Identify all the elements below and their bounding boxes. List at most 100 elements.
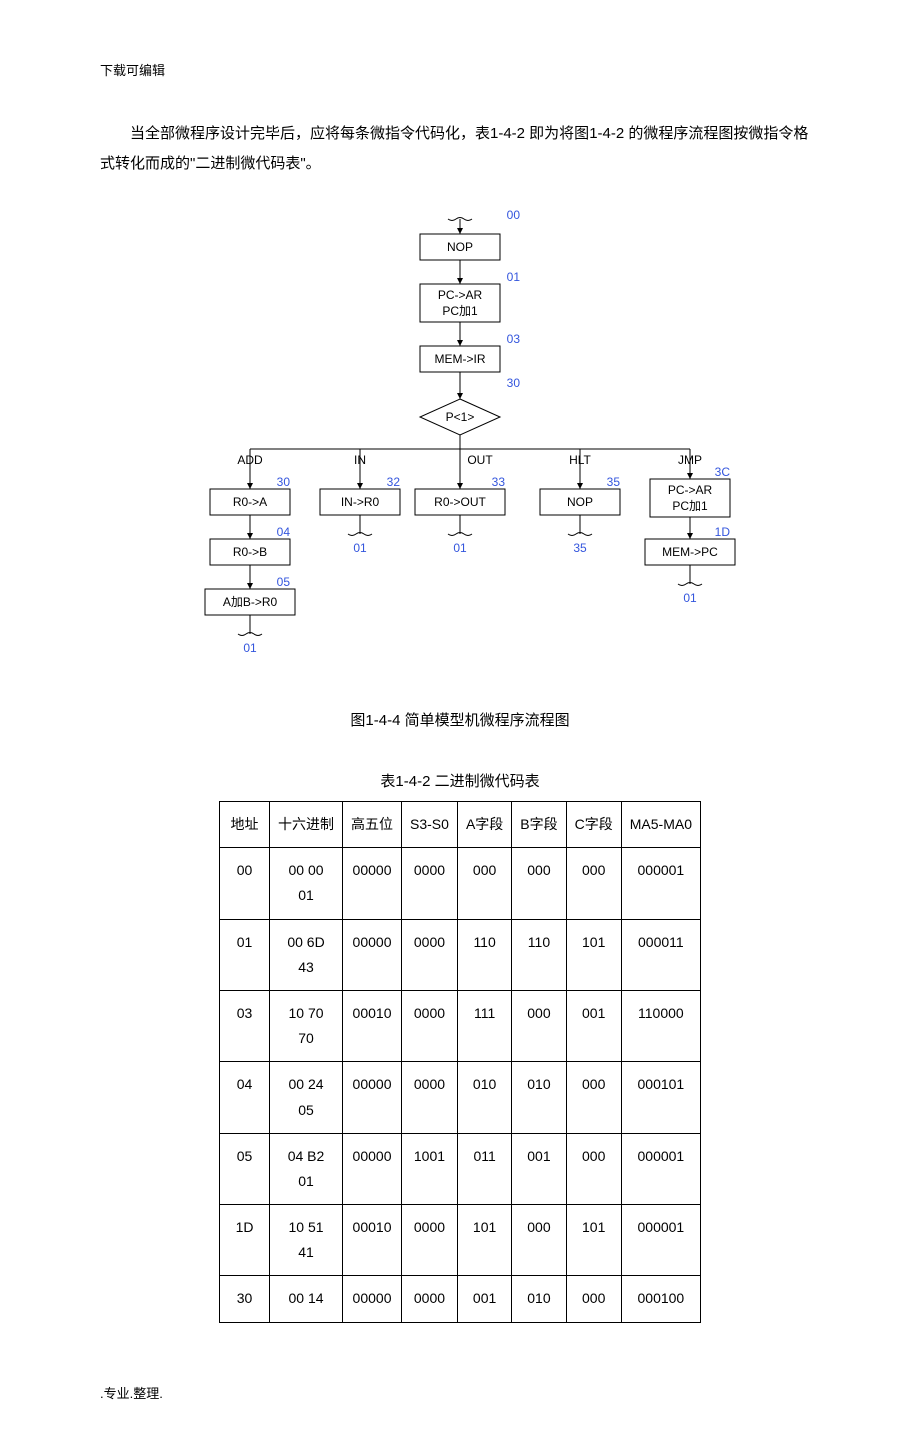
addr-32: 32 — [387, 475, 401, 489]
table-cell: 101 — [566, 1205, 621, 1276]
th-hex: 十六进制 — [270, 802, 343, 848]
table-cell: 00000 — [343, 1062, 402, 1133]
table-cell: 00010 — [343, 1205, 402, 1276]
table-cell: 000101 — [621, 1062, 700, 1133]
table-cell: 001 — [566, 990, 621, 1061]
flowchart-svg: 00 NOP 01 PC->AR PC加1 03 MEM->IR 30 P<1>… — [150, 209, 770, 699]
table-cell: 110 — [457, 919, 511, 990]
table-cell: 00000 — [343, 1276, 402, 1322]
table-cell: 1D — [220, 1205, 270, 1276]
microcode-table: 地址 十六进制 高五位 S3-S0 A字段 B字段 C字段 MA5-MA0 00… — [219, 801, 701, 1323]
th-c: C字段 — [566, 802, 621, 848]
th-high5: 高五位 — [343, 802, 402, 848]
node-pcar1-l1: PC->AR — [438, 288, 483, 302]
th-s3s0: S3-S0 — [402, 802, 458, 848]
table-cell: 0000 — [402, 990, 458, 1061]
table-cell: 000 — [512, 1205, 566, 1276]
table-cell: 0000 — [402, 848, 458, 919]
next-01-jmp: 01 — [683, 591, 697, 605]
footer-note: .专业.整理. — [100, 1383, 820, 1402]
table-caption: 表1-4-2 二进制微代码表 — [100, 770, 820, 791]
table-cell: 01 — [220, 919, 270, 990]
table-cell: 00010 — [343, 990, 402, 1061]
table-cell: 000 — [566, 1276, 621, 1322]
node-pcar2-l1: PC->AR — [668, 483, 713, 497]
next-01-in: 01 — [353, 541, 367, 555]
table-cell: 111 — [457, 990, 511, 1061]
table-cell: 00000 — [343, 1133, 402, 1204]
table-cell: 000 — [566, 1133, 621, 1204]
table-row: 0400 2405000000000010010000000101 — [220, 1062, 701, 1133]
table-cell: 001 — [457, 1276, 511, 1322]
node-memir: MEM->IR — [435, 352, 486, 366]
table-cell: 0000 — [402, 1205, 458, 1276]
node-r0b: R0->B — [233, 545, 267, 559]
node-abr0: A加B->R0 — [223, 595, 278, 609]
table-cell: 011 — [457, 1133, 511, 1204]
table-cell: 000001 — [621, 1205, 700, 1276]
table-cell: 03 — [220, 990, 270, 1061]
next-01-add: 01 — [243, 641, 257, 655]
table-header-row: 地址 十六进制 高五位 S3-S0 A字段 B字段 C字段 MA5-MA0 — [220, 802, 701, 848]
table-cell: 000100 — [621, 1276, 700, 1322]
addr-30dec: 30 — [507, 376, 521, 390]
flowchart-container: 00 NOP 01 PC->AR PC加1 03 MEM->IR 30 P<1>… — [100, 209, 820, 699]
table-row: 0310 7070000100000111000001110000 — [220, 990, 701, 1061]
table-cell: 0000 — [402, 919, 458, 990]
table-cell: 00 0001 — [270, 848, 343, 919]
body-text: 当全部微程序设计完毕后，应将每条微指令代码化，表1-4-2 即为将图1-4-2 … — [100, 119, 820, 179]
header-note: 下载可编辑 — [100, 60, 820, 79]
table-cell: 110000 — [621, 990, 700, 1061]
table-cell: 10 5141 — [270, 1205, 343, 1276]
table-cell: 0000 — [402, 1276, 458, 1322]
next-01-out: 01 — [453, 541, 467, 555]
table-cell: 000 — [457, 848, 511, 919]
table-cell: 04 B201 — [270, 1133, 343, 1204]
table-cell: 00 2405 — [270, 1062, 343, 1133]
addr-35: 35 — [607, 475, 621, 489]
table-cell: 00 14 — [270, 1276, 343, 1322]
table-cell: 000001 — [621, 848, 700, 919]
table-cell: 00 6D43 — [270, 919, 343, 990]
table-cell: 000001 — [621, 1133, 700, 1204]
addr-1d: 1D — [715, 525, 731, 539]
table-cell: 000 — [566, 1062, 621, 1133]
next-35-hlt: 35 — [573, 541, 587, 555]
th-addr: 地址 — [220, 802, 270, 848]
table-cell: 000 — [566, 848, 621, 919]
table-row: 3000 14000000000001010000000100 — [220, 1276, 701, 1322]
table-cell: 00 — [220, 848, 270, 919]
th-a: A字段 — [457, 802, 511, 848]
addr-3c: 3C — [715, 465, 731, 479]
head-out: OUT — [467, 453, 493, 467]
table-cell: 010 — [512, 1062, 566, 1133]
table-cell: 110 — [512, 919, 566, 990]
table-row: 0100 6D43000000000110110101000011 — [220, 919, 701, 990]
table-cell: 05 — [220, 1133, 270, 1204]
table-cell: 010 — [512, 1276, 566, 1322]
node-nop: NOP — [447, 240, 473, 254]
table-cell: 0000 — [402, 1062, 458, 1133]
addr-01: 01 — [507, 270, 521, 284]
table-cell: 00000 — [343, 848, 402, 919]
node-pcar2-l2: PC加1 — [672, 499, 708, 513]
table-row: 1D10 5141000100000101000101000001 — [220, 1205, 701, 1276]
table-cell: 000 — [512, 848, 566, 919]
table-row: 0000 0001000000000000000000000001 — [220, 848, 701, 919]
node-r0out: R0->OUT — [434, 495, 486, 509]
addr-33: 33 — [492, 475, 506, 489]
table-cell: 001 — [512, 1133, 566, 1204]
addr-00: 00 — [507, 209, 521, 222]
addr-04: 04 — [277, 525, 291, 539]
table-cell: 04 — [220, 1062, 270, 1133]
th-ma: MA5-MA0 — [621, 802, 700, 848]
node-p1: P<1> — [446, 410, 475, 424]
table-cell: 000011 — [621, 919, 700, 990]
table-cell: 010 — [457, 1062, 511, 1133]
table-cell: 1001 — [402, 1133, 458, 1204]
table-cell: 101 — [566, 919, 621, 990]
node-pcar1-l2: PC加1 — [442, 304, 478, 318]
table-cell: 10 7070 — [270, 990, 343, 1061]
table-cell: 101 — [457, 1205, 511, 1276]
node-nop35: NOP — [567, 495, 593, 509]
